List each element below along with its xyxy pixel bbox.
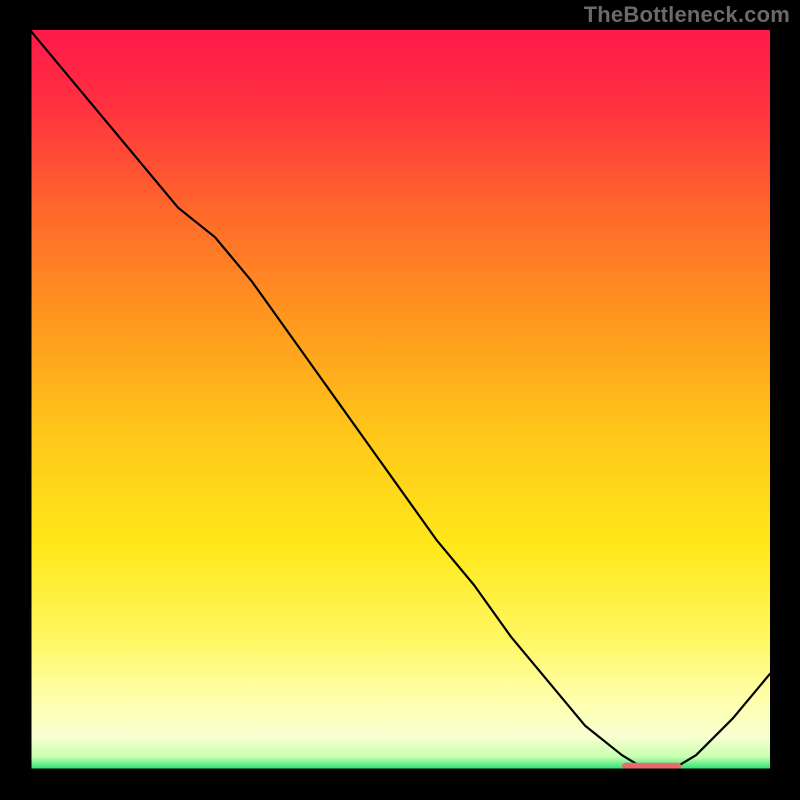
- chart-stage: TheBottleneck.com: [0, 0, 800, 800]
- watermark-label: TheBottleneck.com: [584, 2, 790, 28]
- data-curve: [30, 30, 770, 770]
- plot-area: [30, 30, 770, 770]
